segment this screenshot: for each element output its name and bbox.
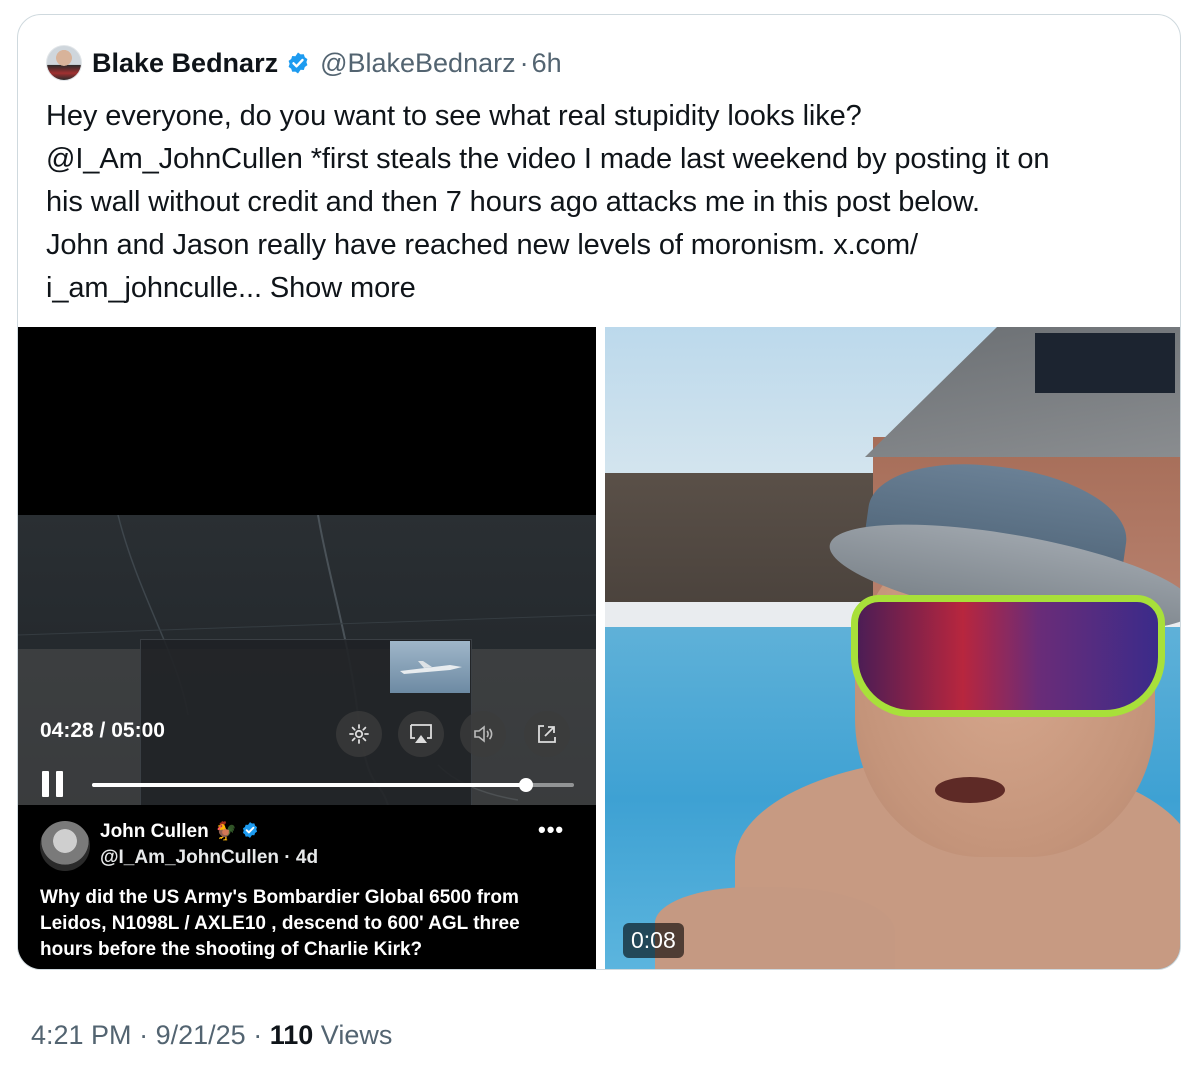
- mouth: [935, 777, 1005, 803]
- meta-separator: ·: [253, 1020, 263, 1050]
- embed-author-name: John Cullen: [100, 821, 209, 842]
- embed-handle-line: @I_Am_JohnCullen · 4d: [100, 847, 318, 869]
- post-header: Blake Bednarz @BlakeBednarz · 6h: [46, 45, 562, 81]
- post-text-line: Hey everyone, do you want to see what re…: [46, 100, 862, 132]
- video-time: 04:28 / 05:00: [40, 719, 165, 742]
- progress-knob[interactable]: [518, 778, 533, 792]
- airplay-icon: [410, 724, 432, 743]
- gear-icon: [349, 724, 369, 744]
- post-time[interactable]: 4:21 PM: [31, 1020, 132, 1050]
- more-options-icon[interactable]: •••: [538, 817, 564, 843]
- embed-handle[interactable]: @I_Am_JohnCullen: [100, 847, 279, 868]
- author-name[interactable]: Blake Bednarz: [92, 48, 278, 79]
- sunglasses: [851, 595, 1165, 717]
- show-more-link[interactable]: Show more: [270, 272, 416, 304]
- settings-button[interactable]: [336, 711, 382, 757]
- post-text: Hey everyone, do you want to see what re…: [46, 95, 1156, 310]
- post-age[interactable]: 6h: [532, 48, 562, 79]
- airplay-button[interactable]: [398, 711, 444, 757]
- progress-fill: [92, 783, 526, 787]
- post-text-line: his wall without credit and then 7 hours…: [46, 186, 980, 218]
- post-text-line: @I_Am_JohnCullen *first steals the video…: [46, 143, 1050, 175]
- verified-badge-icon: [288, 52, 308, 74]
- jet-thumbnail: [390, 641, 470, 693]
- embed-separator: ·: [284, 847, 291, 868]
- pip-button[interactable]: [524, 711, 570, 757]
- embed-age[interactable]: 4d: [296, 847, 318, 868]
- picture-in-picture-icon: [538, 725, 556, 743]
- post-meta: 4:21 PM · 9/21/25 · 110 Views: [31, 1020, 392, 1051]
- views-label[interactable]: Views: [321, 1020, 393, 1050]
- right-video[interactable]: 0:08: [605, 327, 1180, 969]
- embed-author[interactable]: John Cullen 🐓: [100, 821, 259, 843]
- volume-button[interactable]: [460, 711, 506, 757]
- author-avatar[interactable]: [46, 45, 82, 81]
- post-text-line-last: i_am_johnculle... Show more: [46, 267, 1156, 310]
- embed-avatar[interactable]: [40, 821, 90, 871]
- progress-bar[interactable]: [92, 778, 574, 792]
- embed-text-line: Leidos, N1098L / AXLE10 , descend to 600…: [40, 913, 520, 934]
- video-duration-badge: 0:08: [623, 923, 684, 958]
- embed-text-line: Why did the US Army's Bombardier Global …: [40, 887, 519, 908]
- embed-text-line: hours before the shooting of Charlie Kir…: [40, 939, 423, 960]
- embedded-post[interactable]: John Cullen 🐓 @I_Am_JohnCullen · 4d ••• W…: [18, 805, 596, 969]
- author-handle[interactable]: @BlakeBednarz: [320, 48, 516, 79]
- pause-icon[interactable]: [42, 771, 66, 797]
- meta-separator: ·: [139, 1020, 149, 1050]
- left-video[interactable]: 04:28 / 05:00 John Cullen 🐓 @I_Am_JohnCu…: [18, 327, 596, 969]
- verified-badge-icon: [243, 822, 258, 838]
- rooster-emoji: 🐓: [214, 821, 238, 841]
- views-count[interactable]: 110: [270, 1020, 314, 1050]
- post-date[interactable]: 9/21/25: [156, 1020, 246, 1050]
- volume-icon: [474, 725, 493, 743]
- hand: [655, 887, 895, 969]
- embed-text: Why did the US Army's Bombardier Global …: [40, 885, 580, 963]
- header-separator: ·: [519, 47, 529, 78]
- solar-panel: [1035, 333, 1175, 393]
- truncated-link[interactable]: i_am_johnculle...: [46, 272, 262, 304]
- post-text-line: John and Jason really have reached new l…: [46, 229, 918, 261]
- post-card[interactable]: Blake Bednarz @BlakeBednarz · 6h Hey eve…: [17, 14, 1181, 970]
